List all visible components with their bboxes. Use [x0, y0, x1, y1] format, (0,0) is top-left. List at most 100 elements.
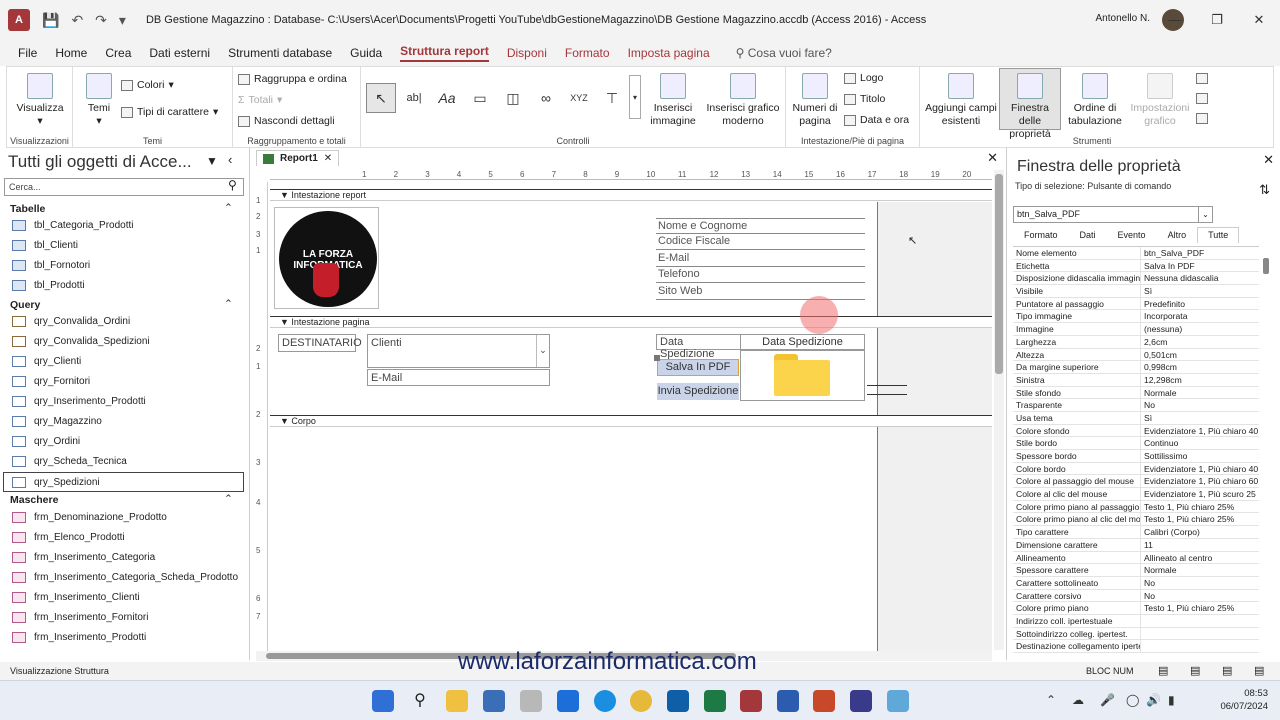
inserisci-grafico-button[interactable]: Inserisci grafico moderno — [705, 73, 781, 128]
property-value[interactable]: Salva In PDF — [1141, 260, 1259, 272]
band-intestazione-report[interactable]: ▼ Intestazione report — [270, 189, 992, 201]
property-row[interactable]: Colore primo piano al clic del mouse Test… — [1013, 513, 1259, 527]
powerpoint-icon[interactable] — [813, 690, 835, 712]
nav-item-qry-fornitori[interactable]: qry_Fornitori — [12, 376, 90, 387]
speaker-icon[interactable]: 🔊 — [1146, 693, 1161, 707]
nav-item-tbl-prodotti[interactable]: tbl_Prodotti — [12, 280, 85, 291]
tab-struttura-report[interactable]: Struttura report — [400, 44, 489, 62]
property-row[interactable]: Sottoindirizzo colleg. ipertest. — [1013, 627, 1259, 641]
search-icon[interactable]: ⚲ — [409, 690, 431, 712]
band-intestazione-pagina[interactable]: ▼ Intestazione pagina — [270, 316, 992, 328]
property-value[interactable]: Evidenziatore 1, Più scuro 25 — [1141, 488, 1259, 500]
property-row[interactable]: Etichetta Salva In PDF — [1013, 259, 1259, 273]
property-value[interactable]: Allineato al centro — [1141, 552, 1259, 564]
property-row[interactable]: Allineamento Allineato al centro — [1013, 551, 1259, 565]
document-tab-report1[interactable]: Report1 ✕ — [256, 150, 340, 166]
combo-clienti[interactable]: Clienti ⌄ — [367, 334, 550, 368]
btn-invia-spedizione[interactable]: Invia Spedizione — [657, 383, 739, 400]
label-destinatario[interactable]: DESTINATARIO — [278, 334, 362, 352]
property-scroll-thumb[interactable] — [1263, 258, 1269, 274]
visualizza-button[interactable]: Visualizza ▾ — [15, 73, 65, 128]
edge-icon[interactable] — [594, 690, 616, 712]
property-value[interactable]: Predefinito — [1141, 298, 1259, 310]
nav-item-qry-inserimento-prodotti[interactable]: qry_Inserimento_Prodotti — [12, 396, 146, 407]
outlook-icon[interactable] — [557, 690, 579, 712]
ordine-tabulazione-button[interactable]: Ordine di tabulazione — [1064, 73, 1126, 128]
select-pointer-icon[interactable]: ↖ — [366, 83, 396, 113]
tab-strumenti-database[interactable]: Strumenti database — [228, 46, 332, 60]
minimize-icon[interactable]: — — [1154, 0, 1196, 40]
tab-disponi[interactable]: Disponi — [507, 46, 547, 60]
property-value[interactable]: Normale — [1141, 564, 1259, 576]
nav-section-maschere[interactable]: Maschere ⌃ — [10, 493, 233, 506]
prop-tab-tutte[interactable]: Tutte — [1197, 227, 1240, 243]
property-row[interactable]: Stile sfondo Normale — [1013, 386, 1259, 400]
property-value[interactable]: Testo 1, Più chiaro 25% — [1141, 501, 1259, 513]
property-value[interactable]: 11 — [1141, 539, 1259, 551]
property-row[interactable]: Sinistra 12,298cm — [1013, 373, 1259, 387]
property-value[interactable]: No — [1141, 399, 1259, 411]
excel-icon[interactable] — [704, 690, 726, 712]
field-telefono[interactable]: Telefono — [656, 267, 865, 283]
property-value[interactable]: Testo 1, Più chiaro 25% — [1141, 513, 1259, 525]
numeri-pagina-button[interactable]: Numeri di pagina — [790, 73, 840, 128]
tab-formato[interactable]: Formato — [565, 46, 610, 60]
report-logo-image[interactable]: LA FORZA INFORMATICA — [274, 207, 379, 309]
language-icon[interactable]: ◯ — [1126, 693, 1139, 707]
property-value[interactable]: No — [1141, 590, 1259, 602]
tab-imposta-pagina[interactable]: Imposta pagina — [628, 46, 710, 60]
property-value[interactable] — [1141, 615, 1259, 627]
property-row[interactable]: Disposizione didascalia immagine Nessuna … — [1013, 272, 1259, 286]
battery-icon[interactable]: ▮ — [1168, 693, 1175, 707]
selected-object-combo[interactable]: btn_Salva_PDF ⌄ — [1013, 206, 1213, 223]
nav-item-qry-scheda-tecnica[interactable]: qry_Scheda_Tecnica — [12, 456, 127, 467]
nav-item-tbl-clienti[interactable]: tbl_Clienti — [12, 240, 78, 251]
controls-gallery-scroll-icon[interactable]: ▾ — [629, 75, 641, 119]
tray-chevron-icon[interactable]: ⌃ — [1046, 693, 1056, 707]
field-email-body[interactable]: E-Mail — [367, 369, 550, 386]
page-break-icon[interactable]: ⊤ — [597, 83, 627, 113]
property-row[interactable]: Visibile Sì — [1013, 285, 1259, 298]
property-value[interactable]: Calibri (Corpo) — [1141, 526, 1259, 538]
restore-icon[interactable]: ❐ — [1196, 0, 1238, 40]
view-code-icon[interactable] — [1196, 73, 1208, 84]
property-value[interactable]: btn_Salva_PDF — [1141, 247, 1259, 259]
nav-item-tbl-fornotori[interactable]: tbl_Fornotori — [12, 260, 90, 271]
app-icon[interactable] — [850, 690, 872, 712]
property-row[interactable]: Stile bordo Continuo — [1013, 437, 1259, 450]
textbox-control-icon[interactable]: ab| — [399, 83, 429, 113]
property-row[interactable]: Altezza 0,501cm — [1013, 348, 1259, 362]
access-icon[interactable] — [740, 690, 762, 712]
property-row[interactable]: Indirizzo coll. ipertestuale — [1013, 614, 1259, 628]
property-value[interactable]: No — [1141, 577, 1259, 589]
section-collapse-icon[interactable]: ⌃ — [224, 493, 233, 505]
temi-button[interactable]: Temi ▾ — [79, 73, 119, 128]
nav-options-chevron-icon[interactable]: ▼ — [206, 154, 218, 168]
nav-item-qry-spedizioni[interactable]: qry_Spedizioni — [3, 472, 244, 492]
property-row[interactable]: Spessore bordo Sottilissimo — [1013, 450, 1259, 463]
label-control-icon[interactable]: Aa — [432, 83, 462, 113]
chevron-down-icon[interactable]: ⌄ — [1198, 207, 1212, 222]
field-codice-fiscale[interactable]: Codice Fiscale — [656, 234, 865, 250]
nav-item-frm-denominazione-prodotto[interactable]: frm_Denominazione_Prodotto — [12, 512, 167, 523]
convert-macros-icon[interactable] — [1196, 113, 1208, 124]
nav-item-qry-magazzino[interactable]: qry_Magazzino — [12, 416, 102, 427]
property-row[interactable]: Colore al clic del mouse Evidenziatore 1,… — [1013, 488, 1259, 501]
nav-item-frm-inserimento-prodotti[interactable]: frm_Inserimento_Prodotti — [12, 632, 146, 643]
property-value[interactable]: Incorporata — [1141, 310, 1259, 322]
field-email-header[interactable]: E-Mail — [656, 251, 865, 267]
property-row[interactable]: Colore primo piano Testo 1, Più chiaro 25… — [1013, 602, 1259, 615]
tab-close-icon[interactable]: ✕ — [324, 153, 332, 164]
property-value[interactable]: 0,998cm — [1141, 361, 1259, 373]
property-row[interactable]: Spessore carattere Normale — [1013, 564, 1259, 577]
finestra-proprieta-button[interactable]: Finestra delle proprietà — [999, 68, 1061, 140]
windows-start-icon[interactable] — [372, 690, 394, 712]
nav-item-qry-clienti[interactable]: qry_Clienti — [12, 356, 81, 367]
nascondi-dettagli-button[interactable]: Nascondi dettagli — [238, 115, 335, 127]
label-data-spedizione[interactable]: Data Spedizione — [656, 334, 741, 360]
field-sito-web[interactable]: Sito Web — [656, 284, 865, 300]
nav-item-frm-elenco-prodotti[interactable]: frm_Elenco_Prodotti — [12, 532, 125, 543]
tab-guida[interactable]: Guida — [350, 46, 382, 60]
band-corpo[interactable]: ▼ Corpo — [270, 415, 992, 427]
field-nome-cognome[interactable]: Nome e Cognome — [656, 218, 865, 234]
